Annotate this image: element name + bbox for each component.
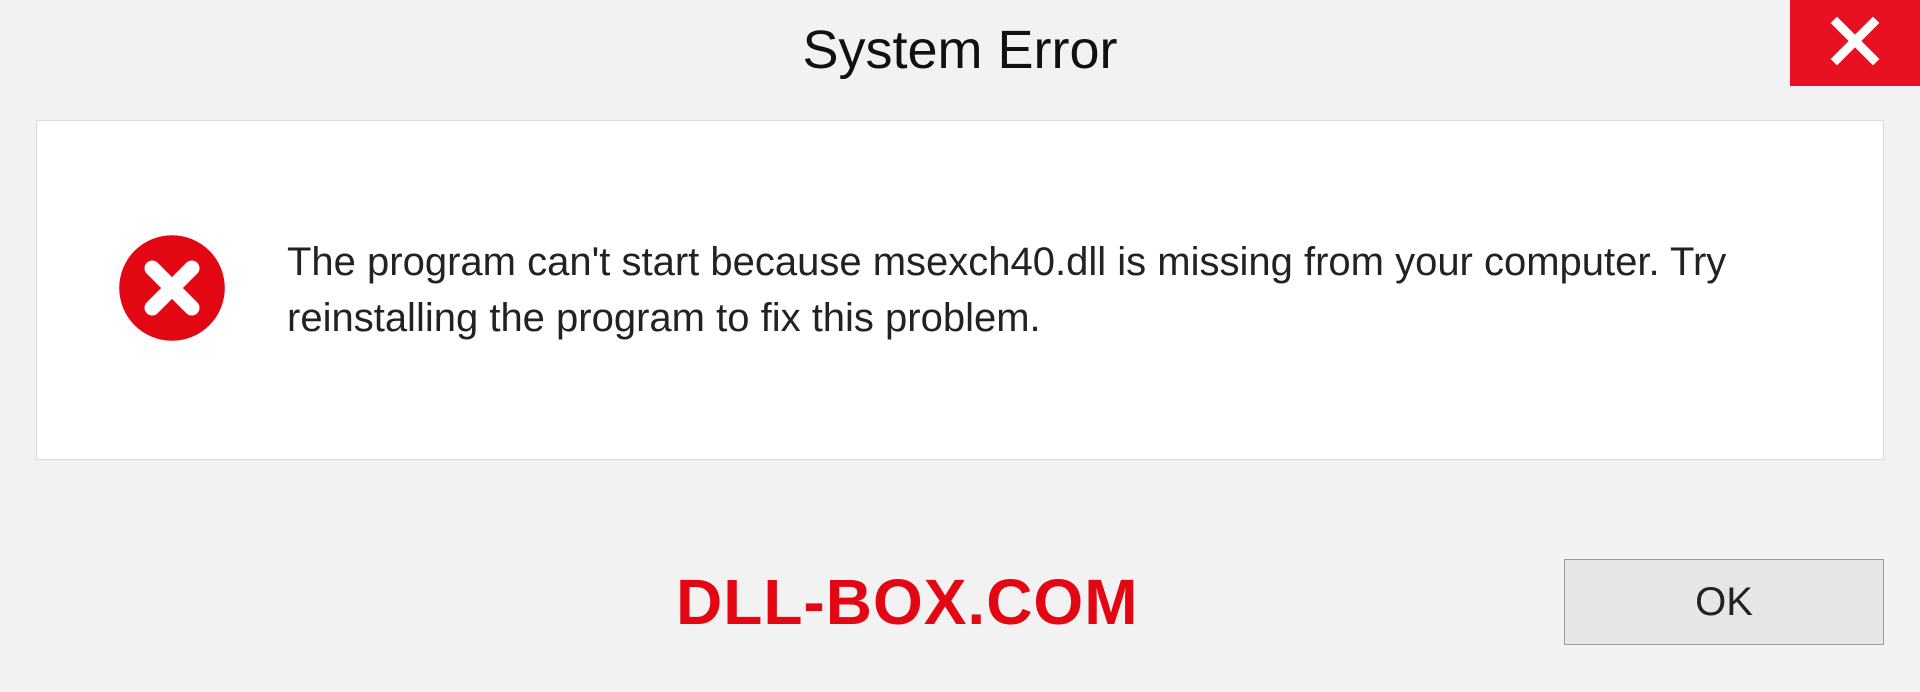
message-panel: The program can't start because msexch40…	[36, 120, 1884, 460]
close-icon	[1828, 14, 1882, 73]
ok-button-label: OK	[1695, 580, 1753, 625]
titlebar: System Error	[0, 0, 1920, 100]
error-icon	[117, 233, 227, 348]
dialog-title: System Error	[802, 19, 1117, 81]
ok-button[interactable]: OK	[1564, 559, 1884, 645]
brand-watermark: DLL-BOX.COM	[36, 565, 1139, 639]
dialog-footer: DLL-BOX.COM OK	[36, 542, 1884, 662]
close-button[interactable]	[1790, 0, 1920, 86]
error-message: The program can't start because msexch40…	[287, 234, 1803, 346]
